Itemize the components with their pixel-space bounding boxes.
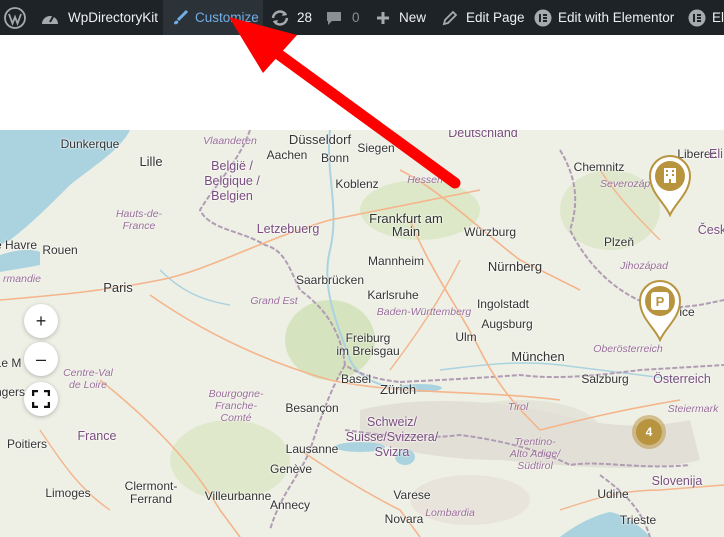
- annotation-arrow: [229, 17, 461, 189]
